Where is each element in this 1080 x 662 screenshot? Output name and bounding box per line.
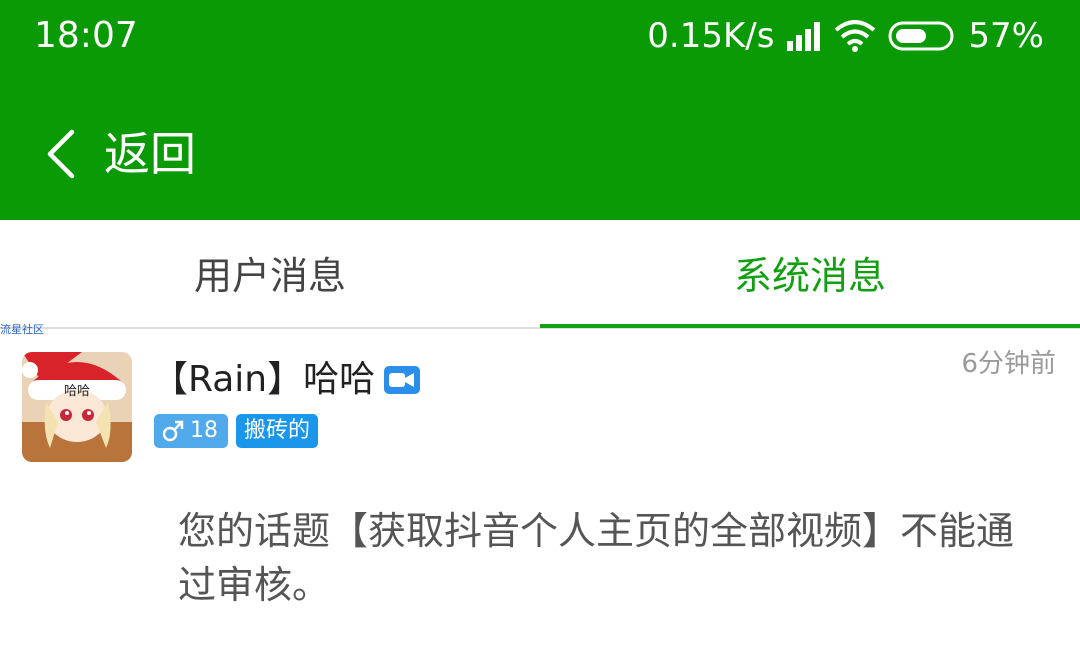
tab-user-messages[interactable]: 用户消息: [0, 220, 540, 328]
message-sender[interactable]: 【Rain】哈哈: [152, 356, 421, 404]
top-bar: 返回: [0, 72, 1080, 220]
wifi-icon: [835, 20, 876, 52]
user-level: 18: [190, 418, 218, 443]
tab-bar: 用户消息 系统消息: [0, 220, 1080, 328]
active-tab-indicator: [540, 324, 1080, 328]
watermark: 流星社区: [0, 323, 44, 336]
status-time: 18:07: [34, 15, 138, 56]
message-time: 6分钟前: [961, 349, 1056, 379]
battery-percent: 57%: [968, 16, 1044, 56]
sender-name: 【Rain】哈哈: [152, 359, 376, 400]
user-title-badge: 搬砖的: [236, 414, 319, 448]
network-speed: 0.15K/s: [647, 16, 775, 56]
gender-level-badge: 18: [154, 414, 228, 448]
male-icon: [162, 420, 184, 442]
status-indicators: 0.15K/s 57%: [647, 14, 1044, 58]
user-badges: 18 搬砖的: [154, 414, 319, 448]
avatar[interactable]: 哈哈: [22, 352, 132, 462]
message-content: 您的话题【获取抖音个人主页的全部视频】不能通过审核。: [178, 509, 1015, 607]
signal-icon: [787, 22, 821, 51]
video-icon: [384, 366, 421, 394]
avatar-text: 哈哈: [64, 384, 90, 399]
back-arrow-icon[interactable]: [42, 128, 82, 180]
battery-icon: [888, 21, 954, 51]
avatar-image: 哈哈: [22, 352, 132, 462]
tab-system-messages[interactable]: 系统消息: [540, 220, 1080, 328]
back-button[interactable]: 返回: [104, 126, 196, 182]
status-bar: 18:07 0.15K/s 57%: [0, 0, 1080, 72]
